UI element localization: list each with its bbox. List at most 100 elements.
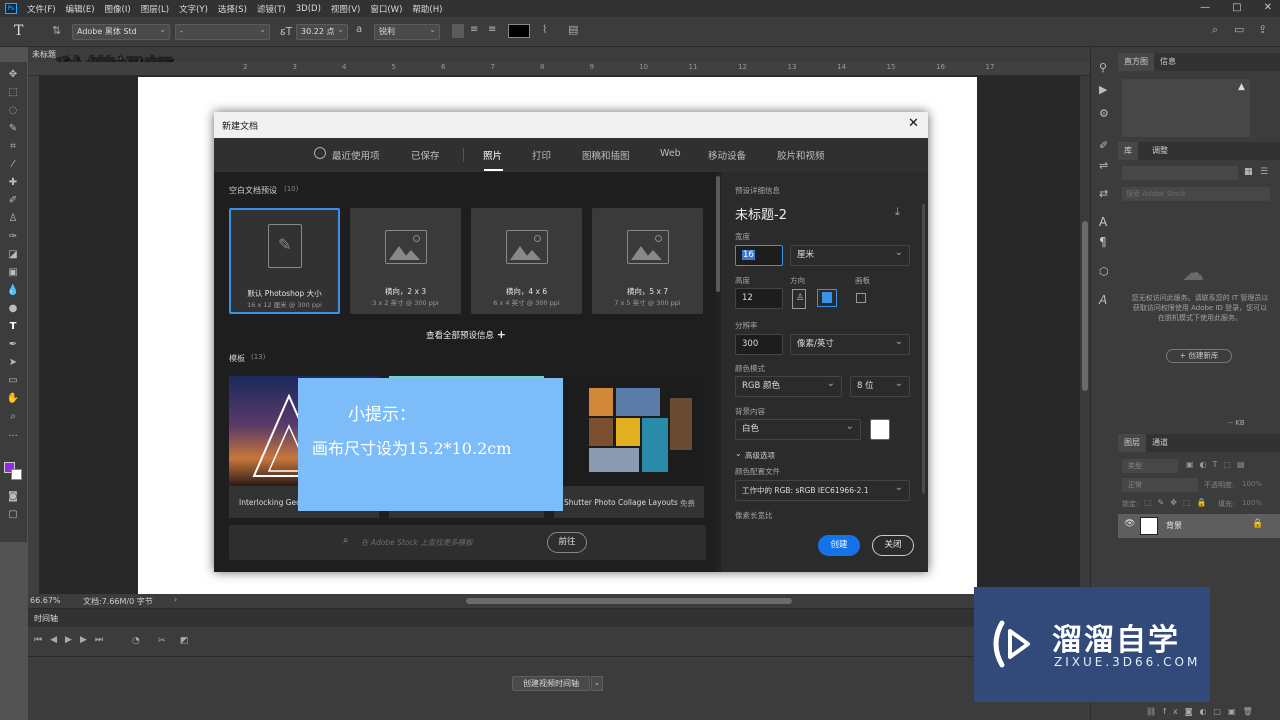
height-input[interactable]: 12: [735, 288, 783, 309]
menu-edit[interactable]: 编辑(E): [61, 3, 100, 15]
tab-adjustments[interactable]: 调整: [1146, 142, 1174, 160]
crop-tool-icon[interactable]: ⌗: [6, 140, 20, 154]
tab-channels[interactable]: 通道: [1146, 434, 1174, 452]
width-unit-select[interactable]: 厘米: [790, 243, 910, 266]
background-color-swatch[interactable]: [11, 469, 22, 480]
eyedropper-tool-icon[interactable]: ⁄: [6, 158, 20, 172]
font-size-select[interactable]: 30.22 点: [296, 23, 348, 40]
document-name[interactable]: 未标题-2: [735, 204, 787, 223]
tab-print[interactable]: 打印: [532, 148, 551, 162]
color-profile-select[interactable]: 工作中的 RGB: sRGB IEC61966-2.1: [735, 478, 910, 501]
opacity-value[interactable]: 100%: [1242, 480, 1262, 488]
close-window-icon[interactable]: ✕: [1264, 2, 1272, 13]
dodge-tool-icon[interactable]: ●: [6, 302, 20, 316]
width-input[interactable]: 16: [735, 245, 783, 266]
preset-card-4x6[interactable]: 横向，4 x 6 6 x 4 英寸 @ 300 ppi: [471, 208, 582, 314]
landscape-orientation-icon[interactable]: [817, 289, 837, 307]
layer-bottom-icons[interactable]: ⛓fx◙◐▢▣🗑: [1146, 707, 1260, 716]
menu-image[interactable]: 图像(I): [100, 3, 136, 15]
search-icon[interactable]: ⌕: [1212, 23, 1218, 37]
visibility-eye-icon[interactable]: 👁: [1124, 519, 1135, 529]
antialias-select[interactable]: 锐利: [374, 23, 440, 40]
brush-panel-icon[interactable]: ✐: [1099, 139, 1108, 152]
screen-mode-icon[interactable]: ▢: [6, 508, 20, 522]
transition-icon[interactable]: ◩: [180, 636, 189, 646]
advanced-options-toggle[interactable]: 高级选项: [745, 450, 775, 461]
status-arrow-icon[interactable]: ›: [174, 595, 177, 604]
healing-tool-icon[interactable]: ✚: [6, 176, 20, 190]
dialog-close-icon[interactable]: ✕: [908, 116, 919, 131]
split-icon[interactable]: ✂: [158, 636, 166, 646]
layer-kind-filter[interactable]: 类型: [1122, 459, 1178, 473]
timeline-tab[interactable]: 时间轴: [34, 613, 58, 624]
details-scrollbar[interactable]: [922, 204, 925, 494]
timeline-controls[interactable]: ⏮◀▶▶⏭: [34, 635, 111, 645]
menu-layer[interactable]: 图层(L): [136, 3, 174, 15]
pen-tool-icon[interactable]: ✒: [6, 338, 20, 352]
font-family-select[interactable]: Adobe 黑体 Std: [72, 23, 170, 40]
background-color-swatch[interactable]: [870, 419, 890, 440]
menu-view[interactable]: 视图(V): [326, 3, 365, 15]
tab-film-video[interactable]: 胶片和视频: [777, 148, 825, 162]
warp-text-icon[interactable]: ⌇: [542, 23, 547, 36]
preset-card-default[interactable]: ✎ 默认 Photoshop 大小 16 x 12 厘米 @ 300 ppi: [229, 208, 340, 314]
menu-3d[interactable]: 3D(D): [291, 4, 326, 14]
quick-select-tool-icon[interactable]: ✎: [6, 122, 20, 136]
blur-tool-icon[interactable]: 💧: [6, 284, 20, 298]
tab-histogram[interactable]: 直方图: [1118, 53, 1154, 71]
bit-depth-select[interactable]: 8 位: [850, 374, 910, 397]
menu-select[interactable]: 选择(S): [213, 3, 252, 15]
tab-saved[interactable]: 已保存: [411, 148, 440, 162]
glyphs-icon[interactable]: A: [1099, 293, 1107, 307]
layer-row[interactable]: 👁 背景 🔒: [1118, 514, 1280, 538]
path-select-tool-icon[interactable]: ➤: [6, 356, 20, 370]
paragraph-icon[interactable]: ¶: [1099, 235, 1107, 249]
properties-panel-icon[interactable]: ⚙: [1099, 107, 1109, 120]
horizontal-scroll-thumb[interactable]: [466, 598, 792, 604]
adjust-panel-icon[interactable]: ⇌: [1099, 159, 1108, 172]
view-all-presets-link[interactable]: 查看全部预设信息 +: [426, 328, 506, 341]
artboard-checkbox[interactable]: [856, 293, 866, 303]
portrait-orientation-icon[interactable]: ♙: [792, 289, 806, 309]
3d-panel-icon[interactable]: ⬡: [1099, 265, 1109, 278]
audio-icon[interactable]: ◔: [132, 636, 140, 646]
blend-mode-select[interactable]: 正常: [1122, 478, 1198, 492]
tab-libraries[interactable]: 库: [1118, 142, 1138, 160]
list-view-icon[interactable]: ☰: [1260, 167, 1268, 177]
align-left-icon[interactable]: [452, 24, 464, 38]
minimize-icon[interactable]: —: [1200, 2, 1210, 13]
vertical-scrollbar[interactable]: [1080, 76, 1090, 594]
menu-help[interactable]: 帮助(H): [407, 3, 447, 15]
text-tool-icon[interactable]: T: [6, 320, 20, 334]
maximize-icon[interactable]: □: [1232, 2, 1241, 13]
tab-info[interactable]: 信息: [1154, 53, 1182, 71]
menu-file[interactable]: 文件(F): [22, 3, 61, 15]
close-button[interactable]: 关闭: [872, 535, 914, 556]
share-icon[interactable]: ⇪: [1258, 23, 1267, 36]
resolution-input[interactable]: 300: [735, 334, 783, 355]
grid-view-icon[interactable]: ▦: [1244, 167, 1253, 177]
text-color-swatch[interactable]: [508, 24, 530, 38]
fill-value[interactable]: 100%: [1242, 499, 1262, 507]
character-panel-icon[interactable]: ▤: [568, 23, 578, 36]
tab-photo[interactable]: 照片: [483, 148, 502, 162]
eraser-tool-icon[interactable]: ◪: [6, 248, 20, 262]
presets-scrollbar[interactable]: [716, 176, 720, 292]
advanced-chevron-icon[interactable]: ⌄: [735, 449, 742, 458]
more-tools-icon[interactable]: ···: [6, 430, 20, 444]
history-brush-icon[interactable]: ✑: [6, 230, 20, 244]
background-select[interactable]: 白色: [735, 417, 861, 440]
save-preset-icon[interactable]: ⤓: [895, 205, 900, 219]
shape-tool-icon[interactable]: ▭: [6, 374, 20, 388]
align-right-icon[interactable]: ≡: [488, 24, 496, 35]
warning-icon[interactable]: ▲: [1238, 82, 1245, 92]
scroll-thumb[interactable]: [1082, 221, 1088, 391]
actions-panel-icon[interactable]: ▶: [1099, 83, 1107, 96]
tab-mobile[interactable]: 移动设备: [708, 148, 746, 162]
create-library-button[interactable]: + 创建新库: [1166, 349, 1232, 363]
tab-layers[interactable]: 图层: [1118, 434, 1146, 452]
library-select[interactable]: [1122, 166, 1238, 180]
menu-window[interactable]: 窗口(W): [365, 3, 407, 15]
create-button[interactable]: 创建: [818, 535, 860, 556]
go-button[interactable]: 前往: [547, 532, 587, 553]
